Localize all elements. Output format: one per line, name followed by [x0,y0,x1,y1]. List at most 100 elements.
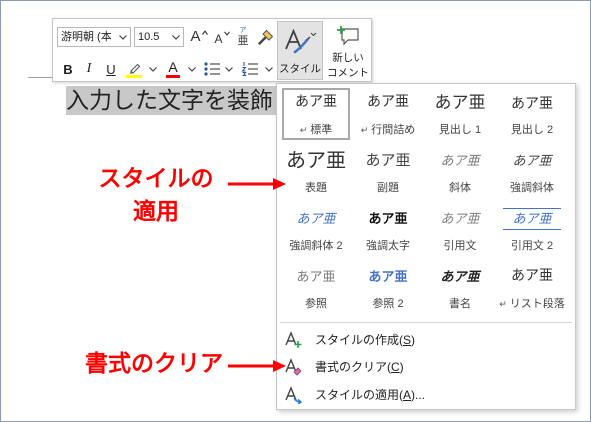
format-painter-icon [258,29,274,45]
grow-font-button[interactable]: A [188,27,210,47]
paragraph-mark: ↵ [499,299,507,309]
font-size-value: 10.5 [138,31,160,43]
style-preview: あア亜 [368,211,408,226]
style-preview: あア亜 [286,150,346,172]
style-no-spacing[interactable]: あア亜 ↵ 行間詰め [352,88,424,146]
menu-item-apply-styles[interactable]: スタイルの適用(A)... [279,382,573,408]
style-label: 副題 [377,182,399,194]
highlight-color-button[interactable] [124,59,144,79]
font-color-dropdown[interactable] [187,59,197,79]
menu-label-text: ) [411,333,416,347]
underline-label: U [106,61,116,77]
style-label-text: 行間詰め [371,124,416,136]
new-comment-label-line1: 新しい [332,52,364,64]
screenshot: 入力した文字を装飾 游明朝 (本 10.5 A A ア 亜 スタイル 新しい コ… [0,0,591,422]
highlight-color-dropdown[interactable] [148,59,158,79]
style-reference[interactable]: あア亜 参照 [280,262,352,320]
style-preview: あア亜 [295,95,337,110]
italic-button[interactable]: I [80,59,98,79]
numbering-dropdown[interactable] [264,59,274,79]
styles-callout-arrow-icon [228,178,286,190]
phonetic-guide-button[interactable]: ア 亜 [235,25,251,49]
style-label: ↵ リスト段落 [496,295,568,313]
italic-label: I [86,61,92,76]
style-label: 強調太字 [366,240,410,252]
style-label: 書名 [449,298,471,310]
style-normal[interactable]: あア亜 ↵ 標準 [280,88,352,146]
style-subtitle[interactable]: あア亜 副題 [352,146,424,204]
numbering-button[interactable] [240,59,260,79]
styles-icon [285,28,317,54]
style-emphasis-italic[interactable]: あア亜 強調斜体 [496,146,568,204]
styles-callout: スタイルの 適用 [86,162,226,228]
style-intense-quote[interactable]: あア亜 引用文 2 [496,204,568,262]
font-color-swatch [166,75,180,78]
style-preview: あア亜 [512,153,552,168]
style-preview: あア亜 [440,269,480,284]
paragraph-mark: ↵ [360,125,369,135]
style-label: ↵ 標準 [280,121,352,139]
styles-button[interactable]: スタイル [277,21,323,80]
font-color-label: A [168,59,178,75]
style-label: 参照 2 [372,298,404,310]
font-name-value: 游明朝 (本 [61,31,112,43]
style-list-paragraph[interactable]: あア亜 ↵ リスト段落 [496,262,568,320]
menu-item-clear-formatting[interactable]: 書式のクリア(C) [279,354,573,380]
style-italic[interactable]: あア亜 斜体 [424,146,496,204]
style-label: 見出し 2 [510,124,554,136]
clear-formatting-callout: 書式のクリア [85,350,223,376]
menu-item-label: スタイルの適用(A)... [315,382,425,408]
style-book-title[interactable]: あア亜 書名 [424,262,496,320]
style-strong[interactable]: あア亜 強調太字 [352,204,424,262]
highlighter-pen-icon [126,63,142,78]
font-color-button[interactable]: A [163,59,183,79]
style-preview: あア亜 [440,211,480,226]
style-intense-reference[interactable]: あア亜 参照 2 [352,262,424,320]
style-emphasis-italic-2[interactable]: あア亜 強調斜体 2 [280,204,352,262]
numbered-list-icon [241,62,258,76]
menu-label-text: スタイルの作成( [315,333,403,347]
bulleted-list-icon [204,62,220,76]
chevron-down-icon [149,66,157,72]
shrink-font-label: A [214,31,223,46]
style-title[interactable]: あア亜 表題 [280,146,352,204]
bullets-button[interactable] [202,59,222,79]
mini-toolbar: 游明朝 (本 10.5 A A ア 亜 スタイル 新しい コメント B I U … [52,18,372,82]
style-label: 引用文 2 [510,240,554,252]
style-label: 斜体 [449,182,471,194]
styles-callout-line1: スタイルの [98,165,214,191]
menu-item-label: 書式のクリア(C) [315,354,404,380]
style-label: 強調斜体 2 [289,240,343,252]
bullets-dropdown[interactable] [224,59,234,79]
menu-item-create-style[interactable]: スタイルの作成(S) [279,327,573,353]
paragraph-mark: ↵ [299,125,308,135]
selected-document-text[interactable]: 入力した文字を装飾 [66,86,276,115]
style-preview: あア亜 [367,95,409,110]
clear-formatting-callout-arrow-icon [228,360,286,372]
style-heading-1[interactable]: あア亜 見出し 1 [424,88,496,146]
new-style-icon [285,331,302,348]
style-preview: あア亜 [296,211,336,226]
styles-callout-line2: 適用 [133,198,179,224]
format-painter-button[interactable] [256,27,276,47]
style-preview: あア亜 [440,153,480,168]
font-name-dropdown[interactable]: 游明朝 (本 [57,27,131,47]
chevron-down-icon [225,66,233,72]
caret-down-icon [223,31,230,36]
style-quote[interactable]: あア亜 引用文 [424,204,496,262]
menu-label-text: ) [399,360,404,374]
bold-button[interactable]: B [59,59,77,79]
new-comment-button[interactable]: 新しい コメント [325,21,371,80]
style-label-text: 標準 [310,124,333,136]
underline-button[interactable]: U [102,59,120,79]
styles-label: スタイル [279,63,321,75]
font-size-dropdown[interactable]: 10.5 [134,27,184,47]
style-heading-2[interactable]: あア亜 見出し 2 [496,88,568,146]
style-preview: あア亜 [365,153,411,169]
style-label: 表題 [305,182,327,194]
menu-accelerator-key: A [403,388,412,402]
style-preview: あア亜 [296,269,336,284]
menu-label-text: スタイルの適用( [315,388,403,402]
shrink-font-button[interactable]: A [211,27,233,47]
caret-up-icon [201,30,208,35]
